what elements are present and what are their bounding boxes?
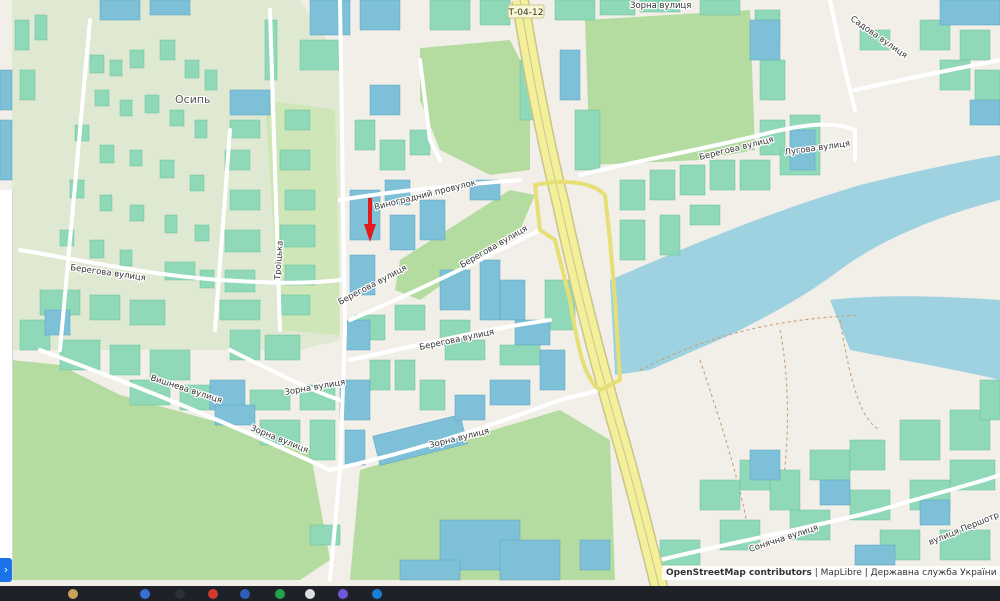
area-label: Осипь	[175, 93, 211, 106]
taskbar-app-icon[interactable]	[338, 589, 348, 599]
map-attribution: OpenStreetMap contributors | MapLibre | …	[662, 566, 1000, 580]
svg-text:Т-04-12: Т-04-12	[508, 8, 544, 18]
taskbar-app-icon[interactable]	[208, 589, 218, 599]
taskbar-app-icon[interactable]	[68, 589, 78, 599]
attribution-gov: Державна служба України з питань геодезі…	[870, 568, 1000, 578]
attribution-osm-link[interactable]: OpenStreetMap contributors	[666, 568, 812, 578]
taskbar-app-icon[interactable]	[140, 589, 150, 599]
os-taskbar	[0, 586, 1000, 601]
taskbar-app-icon[interactable]	[275, 589, 285, 599]
road-shield: Т-04-12	[507, 4, 545, 19]
attribution-maplibre-link[interactable]: MapLibre	[821, 568, 862, 578]
expand-panel-button[interactable]: ›	[0, 558, 12, 582]
street-label-zorna-top: Зорна вулиця	[630, 1, 691, 11]
taskbar-app-icon[interactable]	[240, 589, 250, 599]
taskbar-app-icon[interactable]	[372, 589, 382, 599]
taskbar-app-icon[interactable]	[305, 589, 315, 599]
side-panel-strip	[0, 190, 13, 580]
taskbar-app-icon[interactable]	[175, 589, 185, 599]
map-canvas[interactable]: Т-04-12 Осипь Зорна вулиця Садова вулиця…	[0, 0, 1000, 601]
